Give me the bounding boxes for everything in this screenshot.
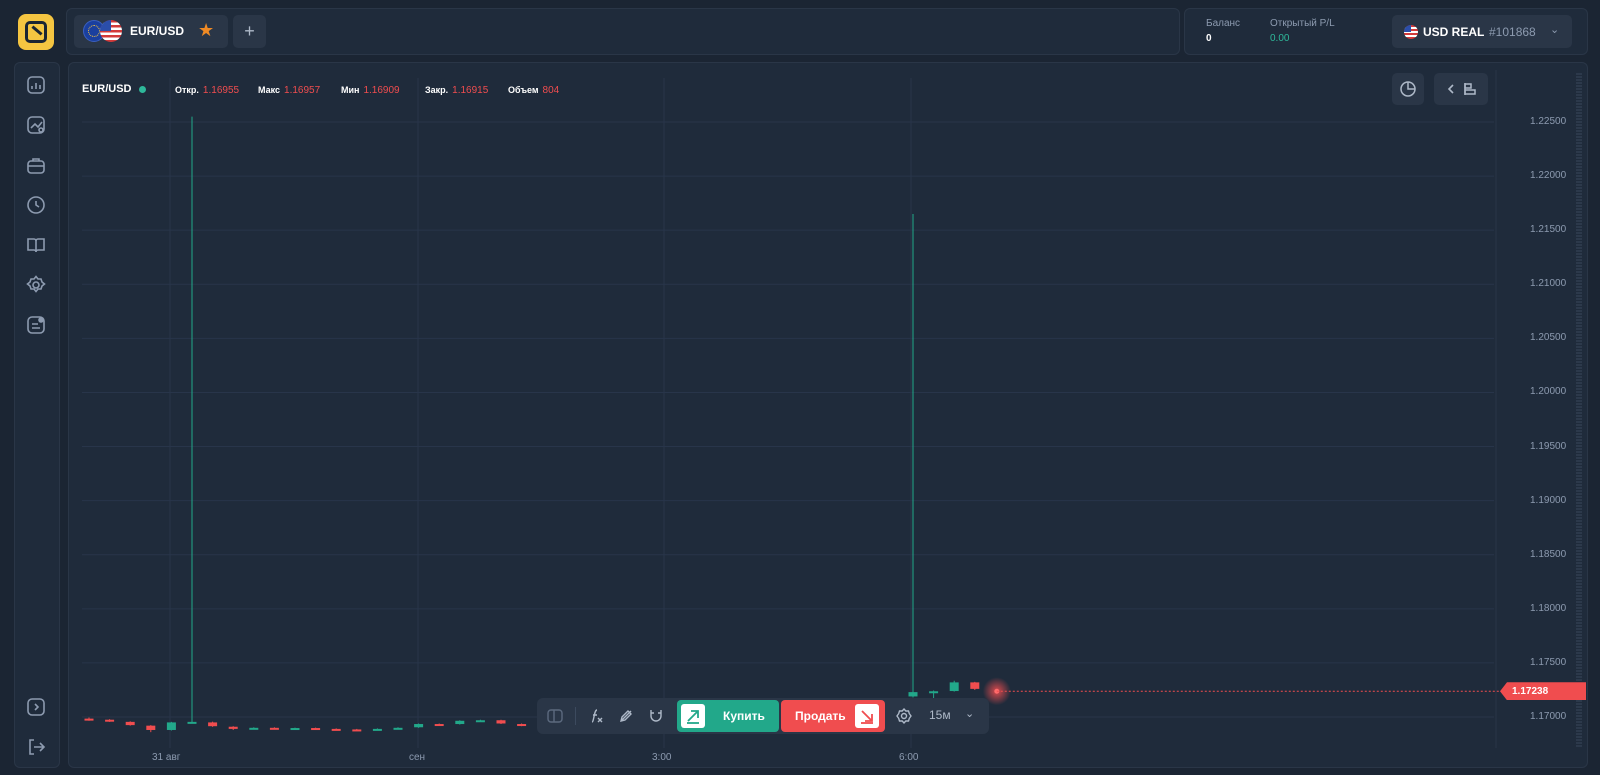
candle-body-up bbox=[393, 727, 403, 730]
candle-body-down bbox=[208, 722, 218, 727]
candle-body-down bbox=[517, 724, 527, 727]
x-axis-tick-label: сен bbox=[409, 752, 426, 763]
y-axis-tick-label: 1.21500 bbox=[1530, 224, 1567, 236]
arrow-down-right-icon bbox=[855, 704, 879, 728]
y-axis-tick-label: 1.22500 bbox=[1530, 116, 1567, 127]
candle-body-up bbox=[372, 728, 382, 731]
candle-body-up bbox=[249, 727, 259, 730]
indicators-icon[interactable] bbox=[587, 707, 605, 725]
low-label: Мин bbox=[341, 85, 360, 95]
buy-label: Купить bbox=[723, 709, 765, 723]
candle-body-down bbox=[84, 718, 94, 721]
chevron-down-icon[interactable]: ⌄ bbox=[965, 707, 974, 720]
chart-settings-icon[interactable] bbox=[895, 707, 913, 725]
timeframe-value[interactable]: 15м bbox=[929, 708, 951, 722]
candle-body-up bbox=[475, 720, 485, 723]
high-label: Макс bbox=[258, 85, 281, 95]
current-price-tag: 1.17238 bbox=[1500, 682, 1586, 701]
y-axis-tick-label: 1.20000 bbox=[1530, 386, 1567, 398]
indicators-panel-toggle[interactable] bbox=[1434, 73, 1488, 105]
chart-pair-label: EUR/USD bbox=[82, 83, 132, 95]
y-axis-tick-label: 1.21000 bbox=[1530, 278, 1567, 290]
candle-body-down bbox=[331, 728, 341, 731]
low-value: 1.16909 bbox=[363, 85, 400, 96]
candle-body-up bbox=[949, 682, 959, 692]
candle-body-down bbox=[311, 728, 321, 731]
price-chart[interactable] bbox=[0, 0, 1600, 775]
ohlc-close: Закр. 1.16915 bbox=[425, 85, 488, 96]
candle-body-up bbox=[455, 720, 465, 725]
y-axis-tick-label: 1.17500 bbox=[1530, 656, 1567, 668]
y-axis-tick-label: 1.18500 bbox=[1530, 548, 1567, 560]
y-axis-tick-label: 1.22000 bbox=[1530, 170, 1567, 182]
arrow-up-right-icon bbox=[681, 704, 705, 728]
sell-button[interactable]: Продать bbox=[781, 700, 885, 732]
x-axis-tick-label: 3:00 bbox=[652, 752, 672, 763]
close-value: 1.16915 bbox=[452, 85, 489, 96]
candle-body-down bbox=[352, 729, 362, 732]
ohlc-volume: Объем 804 bbox=[508, 85, 559, 96]
close-label: Закр. bbox=[425, 85, 449, 95]
toolbar-divider bbox=[575, 707, 576, 725]
candle-body-down bbox=[105, 719, 115, 722]
candle-body-down bbox=[228, 726, 238, 729]
market-open-indicator bbox=[139, 86, 146, 93]
volume-label: Объем bbox=[508, 85, 539, 95]
chart-type-button[interactable] bbox=[1392, 73, 1424, 105]
candle-body-up bbox=[414, 724, 424, 728]
buy-button[interactable]: Купить bbox=[677, 700, 779, 732]
candle-body-up bbox=[166, 722, 176, 730]
candle-body-up bbox=[908, 692, 918, 697]
ohlc-open: Откр. 1.16955 bbox=[175, 85, 239, 96]
candle-body-up bbox=[929, 691, 939, 694]
open-value: 1.16955 bbox=[202, 85, 240, 96]
x-axis-tick-label: 6:00 bbox=[899, 752, 919, 763]
layout-icon[interactable] bbox=[546, 707, 564, 725]
ohlc-low: Мин 1.16909 bbox=[341, 85, 400, 96]
open-label: Откр. bbox=[175, 85, 199, 95]
candle-body-down bbox=[970, 682, 980, 689]
y-axis-tick-label: 1.17000 bbox=[1530, 711, 1567, 722]
x-axis-tick-label: 31 авг bbox=[152, 752, 181, 763]
drawing-tool-icon[interactable] bbox=[617, 707, 635, 725]
high-value: 1.16957 bbox=[284, 85, 321, 96]
volume-value: 804 bbox=[542, 85, 560, 96]
trade-toolbar: Купить Продать 15м ⌄ bbox=[537, 698, 989, 734]
y-axis-tick-label: 1.19000 bbox=[1530, 494, 1567, 506]
list-icon bbox=[1464, 83, 1476, 95]
pie-chart-icon bbox=[1400, 81, 1416, 97]
candle-body-down bbox=[269, 727, 279, 730]
magnet-icon[interactable] bbox=[647, 707, 665, 725]
candle-body-down bbox=[496, 720, 506, 724]
sell-label: Продать bbox=[795, 709, 846, 723]
ohlc-high: Макс 1.16957 bbox=[258, 85, 320, 96]
candle-body-down bbox=[125, 721, 135, 726]
candle-body-up bbox=[290, 728, 300, 731]
candle-body-up bbox=[187, 721, 197, 724]
candle-body-down bbox=[434, 724, 444, 727]
y-axis-tick-label: 1.19500 bbox=[1530, 440, 1567, 452]
candle-body-down bbox=[146, 725, 156, 730]
y-axis-tick-label: 1.20500 bbox=[1530, 332, 1567, 344]
chevron-left-icon bbox=[1447, 84, 1454, 94]
y-axis-tick-label: 1.18000 bbox=[1530, 602, 1567, 614]
